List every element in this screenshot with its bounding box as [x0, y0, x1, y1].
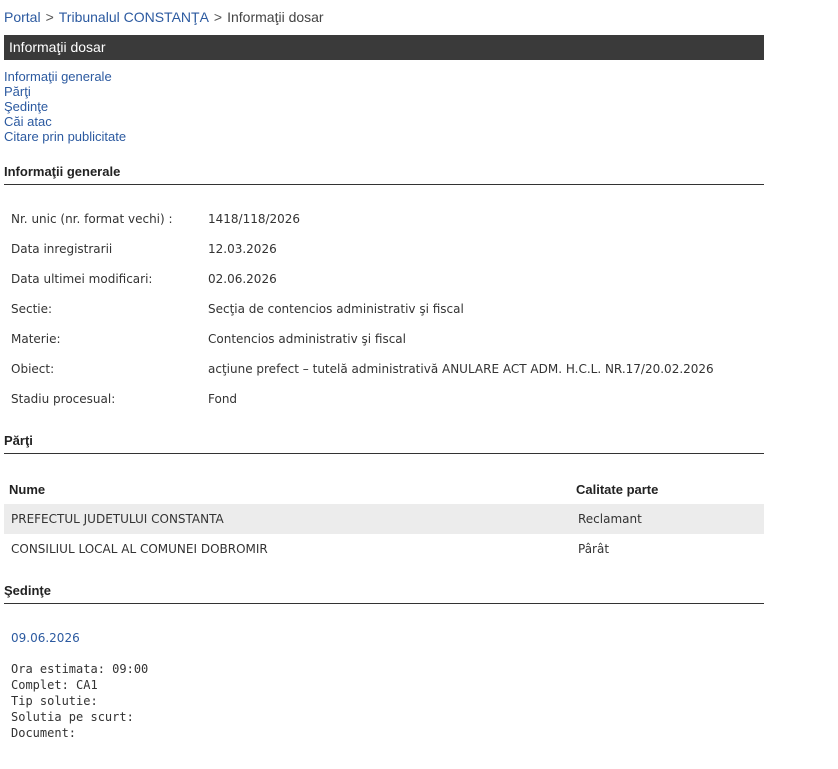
table-header-row: Nume Calitate parte: [4, 474, 764, 504]
table-row: CONSILIUL LOCAL AL COMUNEI DOBROMIR Pârâ…: [4, 534, 764, 564]
party-name: CONSILIUL LOCAL AL COMUNEI DOBROMIR: [11, 542, 268, 556]
nav-link-parti[interactable]: Părţi: [4, 84, 126, 99]
info-label: Sectie:: [11, 302, 53, 316]
nav-link-citare[interactable]: Citare prin publicitate: [4, 129, 126, 144]
parties-table: Nume Calitate parte PREFECTUL JUDETULUI …: [4, 474, 764, 564]
info-value: Secţia de contencios administrativ şi fi…: [208, 302, 464, 316]
info-label: Data inregistrarii: [11, 242, 113, 256]
info-value: 1418/118/2026: [208, 212, 301, 226]
info-label: Materie:: [11, 332, 61, 346]
info-row: Obiect: acţiune prefect – tutelă adminis…: [4, 354, 764, 384]
hearing-date: 09.06.2026: [11, 631, 80, 645]
breadcrumb: Portal > Tribunalul CONSTANŢA > Informaţii d…: [4, 9, 324, 26]
nav-link-general[interactable]: Informaţii generale: [4, 69, 126, 84]
nav-link-cai-atac[interactable]: Căi atac: [4, 114, 126, 129]
section-heading-parti: Părţi: [4, 433, 764, 454]
info-value: acţiune prefect – tutelă administrativă …: [208, 362, 714, 376]
info-row: Data inregistrarii 12.03.2026: [4, 234, 764, 264]
breadcrumb-separator: >: [45, 9, 54, 25]
section-heading-sedinte: Şedinţe: [4, 583, 764, 604]
info-label: Obiect:: [11, 362, 55, 376]
info-row: Materie: Contencios administrativ şi fis…: [4, 324, 764, 354]
breadcrumb-separator: >: [213, 9, 223, 25]
info-label: Stadiu procesual:: [11, 392, 116, 406]
hearing-detail-time: Ora estimata: 09:00: [11, 662, 149, 676]
section-heading-general: Informaţii generale: [4, 164, 764, 185]
breadcrumb-tribunal-link[interactable]: Tribunalul CONSTANŢA: [59, 9, 209, 25]
breadcrumb-current: Informaţii dosar: [227, 9, 324, 25]
section-nav: Informaţii generale Părţi Şedinţe Căi at…: [4, 69, 126, 144]
party-role: Pârât: [578, 542, 610, 556]
hearing-detail-document: Document:: [11, 726, 77, 740]
nav-link-sedinte[interactable]: Şedinţe: [4, 99, 126, 114]
party-role: Reclamant: [573, 504, 764, 534]
info-value: Contencios administrativ şi fiscal: [208, 332, 406, 346]
info-label: Nr. unic (nr. format vechi) :: [11, 212, 173, 226]
column-header-name: Nume: [9, 481, 46, 497]
breadcrumb-portal-link[interactable]: Portal: [4, 9, 41, 25]
info-value: Fond: [208, 392, 238, 406]
info-value: 02.06.2026: [208, 272, 277, 286]
table-row: PREFECTUL JUDETULUI CONSTANTA Reclamant: [4, 504, 764, 534]
general-info-table: Nr. unic (nr. format vechi) : 1418/118/2…: [4, 204, 764, 414]
info-row: Stadiu procesual: Fond: [4, 384, 764, 414]
page-title: Informaţii dosar: [4, 35, 764, 60]
info-row: Sectie: Secţia de contencios administrat…: [4, 294, 764, 324]
info-label: Data ultimei modificari:: [11, 272, 153, 286]
info-row: Nr. unic (nr. format vechi) : 1418/118/2…: [4, 204, 764, 234]
hearing-detail-solution-summary: Solutia pe scurt:: [11, 710, 134, 724]
info-row: Data ultimei modificari: 02.06.2026: [4, 264, 764, 294]
info-value: 12.03.2026: [208, 242, 277, 256]
hearing-detail-solution-type: Tip solutie:: [11, 694, 98, 708]
column-header-role: Calitate parte: [576, 481, 659, 497]
hearing-detail-panel: Complet: CA1: [11, 678, 98, 692]
hearing-details: Ora estimata: 09:00 Complet: CA1 Tip sol…: [11, 661, 148, 741]
party-name: PREFECTUL JUDETULUI CONSTANTA: [4, 504, 573, 534]
